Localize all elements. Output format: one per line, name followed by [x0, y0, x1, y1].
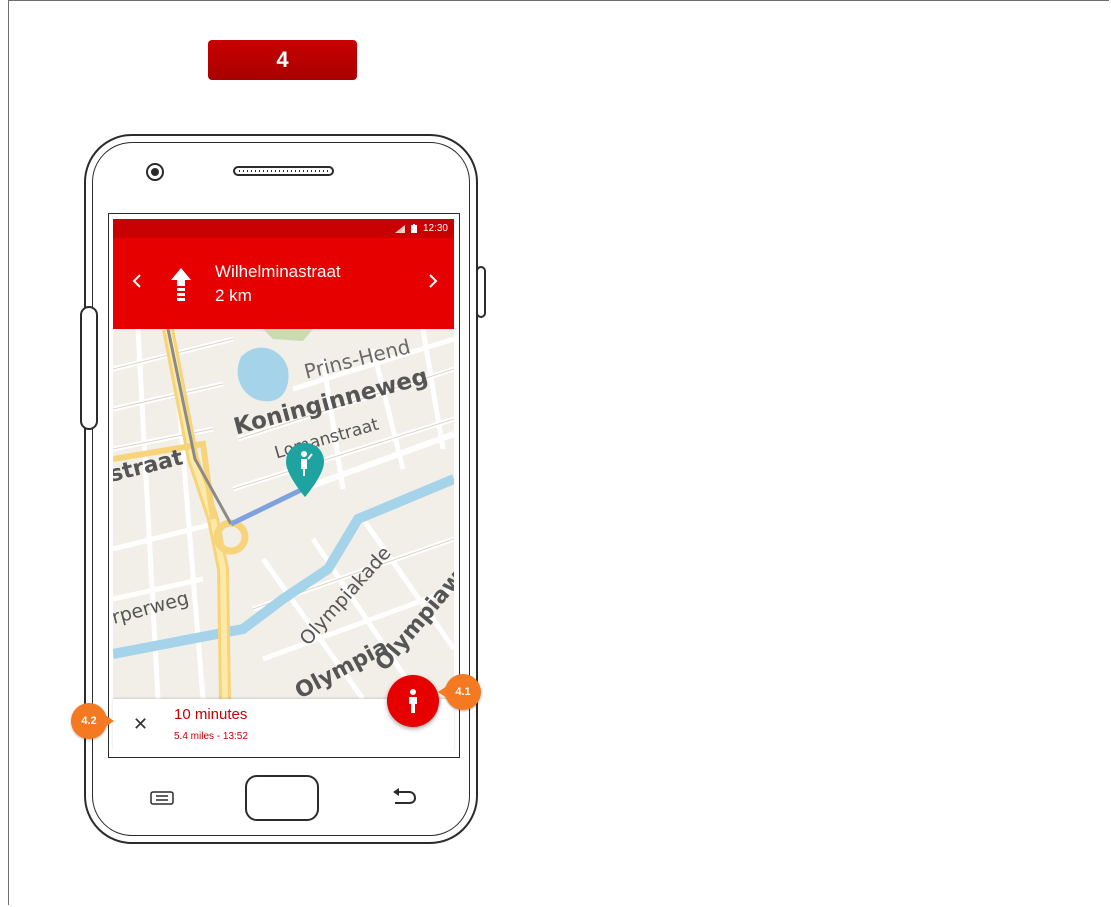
chevron-right-icon: [429, 274, 438, 288]
next-turn-distance: 2 km: [215, 286, 252, 305]
battery-icon: [410, 224, 417, 233]
back-key-icon: [393, 788, 417, 804]
walking-location-pin-icon[interactable]: [284, 441, 326, 499]
status-bar: 12:30: [113, 219, 454, 238]
next-street-name: Wilhelminastraat: [215, 262, 341, 281]
step-badge: 4: [208, 40, 357, 80]
walking-mode-button[interactable]: [387, 675, 439, 727]
home-button[interactable]: [245, 775, 319, 821]
chevron-left-icon: [132, 274, 141, 288]
power-button: [476, 266, 486, 318]
callout-marker: 4.1: [438, 674, 481, 710]
next-instruction-button[interactable]: [423, 269, 443, 293]
speaker-grille: [233, 166, 334, 176]
camera-icon: [146, 163, 164, 181]
route-distance-eta: 5.4 miles - 13:52: [174, 731, 248, 742]
navigation-header: Wilhelminastraat 2 km: [113, 238, 454, 329]
route-duration: 10 minutes: [174, 706, 248, 723]
callout-marker: 4.2: [71, 703, 114, 739]
status-time: 12:30: [422, 223, 448, 234]
close-navigation-button[interactable]: ✕: [133, 714, 148, 735]
volume-button: [80, 306, 98, 430]
previous-instruction-button[interactable]: [127, 269, 147, 293]
pedestrian-icon: [409, 689, 417, 713]
map-view[interactable]: Prins-Hend Koninginneweg Lomanstraat str…: [113, 329, 454, 699]
menu-key-icon: [150, 791, 174, 805]
arrow-up-icon: [171, 268, 191, 301]
signal-icon: [394, 224, 405, 233]
